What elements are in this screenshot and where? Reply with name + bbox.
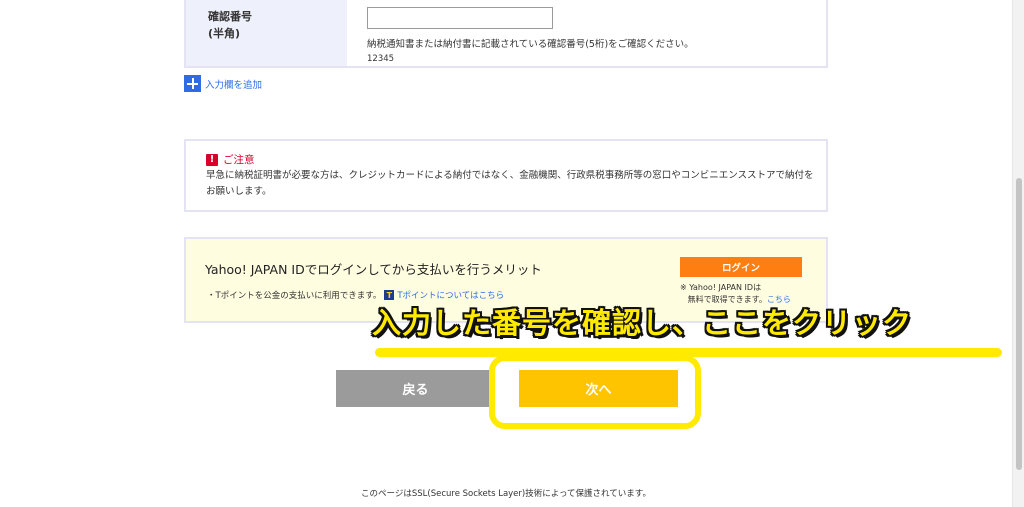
vertical-scrollbar[interactable] bbox=[1012, 0, 1024, 507]
caution-text: 早急に納税証明書が必要な方は、クレジットカードによる納付ではなく、金融機関、行政… bbox=[206, 170, 814, 197]
warning-icon: ! bbox=[206, 153, 218, 166]
confirmation-number-label: 確認番号 (半角) bbox=[186, 0, 347, 66]
tpoint-icon: T bbox=[384, 290, 395, 300]
caution-title: ご注意 bbox=[223, 154, 255, 166]
page: 確認番号 (半角) 納税通知書または納付書に記載されている確認番号(5桁)をご確… bbox=[0, 0, 1024, 507]
confirmation-number-input[interactable] bbox=[367, 6, 553, 29]
yahoo-id-note-line1: ※ Yahoo! JAPAN IDは bbox=[680, 283, 762, 292]
confirmation-number-field-area: 納税通知書または納付書に記載されている確認番号(5桁)をご確認ください。 123… bbox=[347, 0, 826, 66]
tpoint-text: ・Tポイントを公金の支払いに利用できます。 bbox=[207, 291, 382, 301]
caution-header: ! ご注意 bbox=[206, 152, 826, 167]
input-example: 12345 bbox=[367, 53, 395, 64]
plus-icon[interactable] bbox=[184, 75, 201, 92]
scrollbar-thumb[interactable] bbox=[1016, 178, 1022, 470]
label-subtitle: (半角) bbox=[208, 27, 241, 40]
yahoo-login-button[interactable]: ログイン bbox=[680, 257, 802, 277]
next-button[interactable]: 次へ bbox=[519, 370, 678, 407]
confirmation-number-row: 確認番号 (半角) 納税通知書または納付書に記載されている確認番号(5桁)をご確… bbox=[184, 0, 828, 68]
yahoo-benefits-title: Yahoo! JAPAN IDでログインしてから支払いを行うメリット bbox=[205, 262, 542, 277]
instruction-annotation: 入力した番号を確認し、ここをクリック bbox=[372, 306, 913, 340]
ssl-note: このページはSSL(Secure Sockets Layer)技術によって保護さ… bbox=[361, 489, 651, 499]
label-title: 確認番号 bbox=[208, 10, 252, 23]
add-input-field-link[interactable]: 入力欄を追加 bbox=[184, 75, 262, 92]
caution-box: ! ご注意 早急に納税証明書が必要な方は、クレジットカードによる納付ではなく、金… bbox=[184, 139, 828, 212]
add-input-field-label[interactable]: 入力欄を追加 bbox=[205, 77, 262, 91]
input-hint: 納税通知書または納付書に記載されている確認番号(5桁)をご確認ください。 bbox=[367, 38, 694, 50]
back-button[interactable]: 戻る bbox=[336, 370, 495, 407]
